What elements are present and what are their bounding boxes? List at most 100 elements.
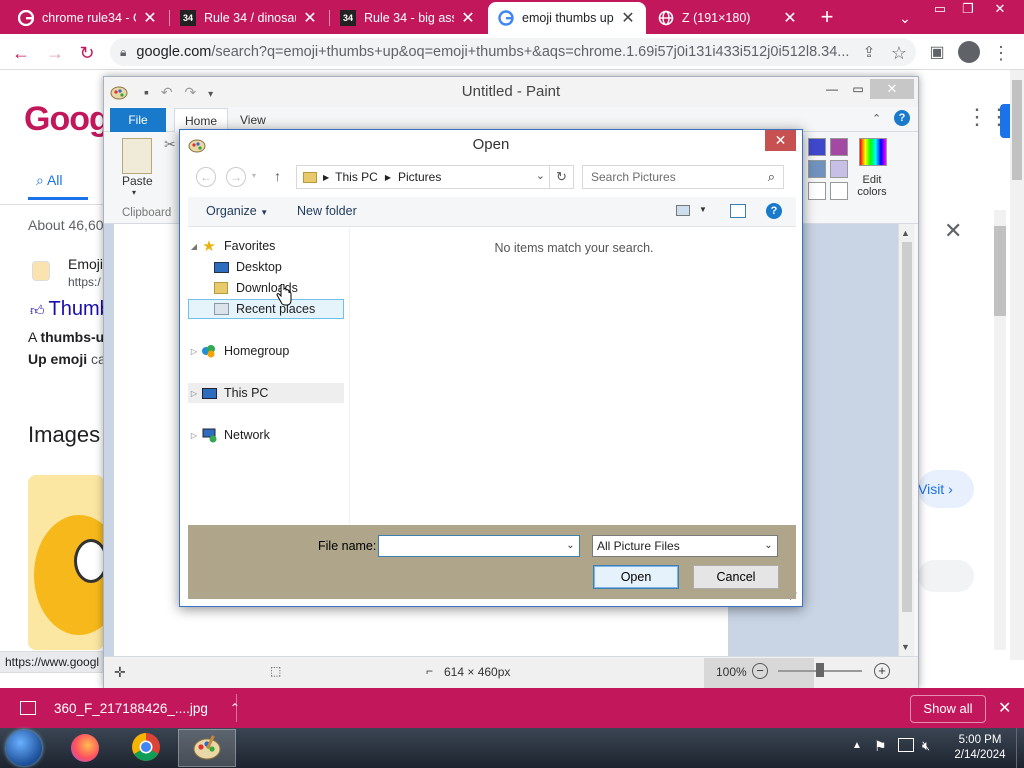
save-icon[interactable]: ▪	[144, 84, 149, 100]
result-site-name[interactable]: Emoji	[68, 256, 103, 272]
scroll-up-icon[interactable]: ▲	[901, 228, 910, 238]
tab-rule34-dinosaur[interactable]: 34 Rule 34 / dinosau ✕	[170, 2, 328, 34]
restore-icon[interactable]: ❐	[954, 0, 982, 18]
close-tab-icon[interactable]: ✕	[460, 8, 476, 28]
open-button[interactable]: Open	[593, 565, 679, 589]
close-tab-icon[interactable]: ✕	[620, 8, 636, 28]
system-clock[interactable]: 5:00 PM 2/14/2024	[944, 733, 1016, 763]
color-swatch-blue-gray[interactable]	[808, 160, 826, 178]
visit-button[interactable]: Visit ›	[918, 470, 974, 508]
search-pictures-input[interactable]: Search Pictures ⌕	[582, 165, 784, 189]
collapsed-chevron-icon[interactable]: ▷	[188, 431, 200, 440]
close-tab-icon[interactable]: ✕	[302, 8, 318, 28]
minimize-icon[interactable]: ▭	[926, 0, 954, 18]
change-view-icon[interactable]	[676, 205, 690, 216]
file-name-input[interactable]: ⌄	[378, 535, 580, 557]
profile-avatar-icon[interactable]	[958, 41, 980, 63]
image-thumbnail-emoji[interactable]	[28, 475, 104, 650]
page-scrollbar[interactable]	[1010, 70, 1024, 660]
organize-button[interactable]: Organize ▼	[206, 204, 268, 218]
new-folder-button[interactable]: New folder	[297, 204, 357, 218]
network-tray-icon[interactable]	[898, 738, 914, 752]
paint-minimize-icon[interactable]: ―	[820, 79, 844, 101]
edit-colors-icon[interactable]	[859, 138, 887, 166]
scroll-down-icon[interactable]: ▼	[901, 642, 910, 652]
tab-emoji-thumbs-up[interactable]: emoji thumbs up ✕	[488, 2, 646, 34]
address-bar[interactable]: 🔒︎ google.com/search?q=emoji+thumbs+up&o…	[110, 38, 916, 66]
up-arrow-icon[interactable]: ↑	[274, 168, 281, 184]
zoom-slider-thumb[interactable]	[816, 663, 824, 677]
back-arrow-icon[interactable]: ←	[196, 167, 216, 187]
customize-qat-icon[interactable]: ▾	[208, 89, 213, 100]
ribbon-tab-file[interactable]: File	[110, 108, 166, 132]
expanded-chevron-icon[interactable]: ◢	[188, 242, 200, 251]
reload-icon[interactable]: ↻	[76, 42, 98, 64]
back-arrow-icon[interactable]: ←	[10, 42, 32, 64]
action-center-flag-icon[interactable]: ⚑	[874, 738, 887, 755]
recent-locations-chevron-icon[interactable]: ▾	[252, 171, 256, 180]
zoom-out-icon[interactable]: −	[752, 663, 768, 679]
download-item[interactable]: 360_F_217188426_....jpg ⌃	[14, 693, 240, 723]
close-window-icon[interactable]: ✕	[986, 0, 1014, 18]
collapse-ribbon-icon[interactable]: ⌃	[872, 112, 881, 125]
redo-icon[interactable]: ↷	[184, 84, 196, 100]
tree-item-network[interactable]: ▷ Network	[188, 425, 344, 445]
preview-pane-icon[interactable]	[730, 204, 746, 218]
file-list-pane[interactable]: No items match your search.	[352, 228, 796, 524]
result-url[interactable]: https:/	[68, 275, 101, 289]
tree-item-desktop[interactable]: Desktop	[188, 257, 344, 277]
file-type-select[interactable]: All Picture Files ⌄	[592, 535, 778, 557]
cut-icon[interactable]: ✂	[164, 136, 176, 153]
paste-dropdown-icon[interactable]: ▾	[132, 188, 136, 197]
edit-colors-label[interactable]: Edit colors	[852, 174, 892, 198]
taskbar-firefox[interactable]	[56, 729, 114, 767]
show-desktop-button[interactable]	[1016, 728, 1024, 768]
tree-item-this-pc[interactable]: ▷ This PC	[188, 383, 344, 403]
forward-arrow-icon[interactable]: →	[226, 167, 246, 187]
paint-close-icon[interactable]: ✕	[870, 79, 914, 99]
share-icon[interactable]: ⇪	[858, 42, 880, 64]
color-swatch-purple[interactable]	[830, 138, 848, 156]
help-icon[interactable]: ?	[894, 110, 910, 126]
undo-icon[interactable]: ↶	[161, 84, 173, 100]
collapsed-chevron-icon[interactable]: ▷	[188, 389, 200, 398]
canvas-vertical-scrollbar[interactable]: ▲ ▼	[898, 224, 914, 656]
chevron-up-icon[interactable]: ⌃	[230, 701, 240, 715]
refresh-icon[interactable]: ↻	[550, 165, 574, 189]
help-icon[interactable]: ?	[766, 203, 782, 219]
tab-rule34-big[interactable]: 34 Rule 34 - big ass ✕	[330, 2, 486, 34]
related-chip[interactable]	[918, 560, 974, 592]
tree-item-favorites[interactable]: ◢ ★ Favorites	[188, 236, 344, 256]
taskbar-chrome[interactable]	[117, 729, 175, 767]
scroll-thumb[interactable]	[902, 242, 912, 612]
chrome-menu-icon[interactable]: ⋮	[990, 42, 1012, 64]
paste-button-label[interactable]: Paste	[122, 174, 153, 188]
tree-item-downloads[interactable]: Downloads	[188, 278, 344, 298]
resize-grip-icon[interactable]: ⋰	[789, 591, 798, 602]
bookmark-star-icon[interactable]: ☆	[888, 42, 910, 64]
color-swatch-indigo[interactable]	[808, 138, 826, 156]
cancel-button[interactable]: Cancel	[693, 565, 779, 589]
view-options-chevron-icon[interactable]: ▼	[699, 205, 707, 214]
taskbar-paint[interactable]	[178, 729, 236, 767]
zoom-in-icon[interactable]: +	[874, 663, 890, 679]
forward-arrow-icon[interactable]: →	[44, 42, 66, 64]
tree-item-recent-places[interactable]: Recent places	[188, 299, 344, 319]
tree-item-homegroup[interactable]: ▷ Homegroup	[188, 341, 344, 361]
volume-muted-icon[interactable]: 🔇︎	[922, 738, 930, 754]
address-dropdown-icon[interactable]: ⌄	[536, 169, 545, 182]
dialog-close-button[interactable]: ✕	[765, 130, 796, 151]
result-title-link[interactable]: 👍︎ Thumb	[30, 298, 111, 321]
show-hidden-icons-chevron-icon[interactable]: ▲	[852, 740, 862, 751]
collapsed-chevron-icon[interactable]: ▷	[188, 347, 200, 356]
paint-app-icon[interactable]	[110, 83, 128, 101]
breadcrumb-pictures[interactable]: Pictures	[398, 170, 441, 184]
paste-icon[interactable]	[122, 138, 152, 174]
panel-close-button[interactable]: ✕	[918, 212, 993, 250]
start-button-windows-icon[interactable]	[6, 730, 42, 766]
color-swatch-empty[interactable]	[808, 182, 826, 200]
chevron-down-icon[interactable]: ⌄	[760, 536, 777, 556]
side-panel-icon[interactable]: ▣	[926, 42, 948, 64]
close-tab-icon[interactable]: ✕	[782, 8, 798, 28]
color-swatch-lavender[interactable]	[830, 160, 848, 178]
